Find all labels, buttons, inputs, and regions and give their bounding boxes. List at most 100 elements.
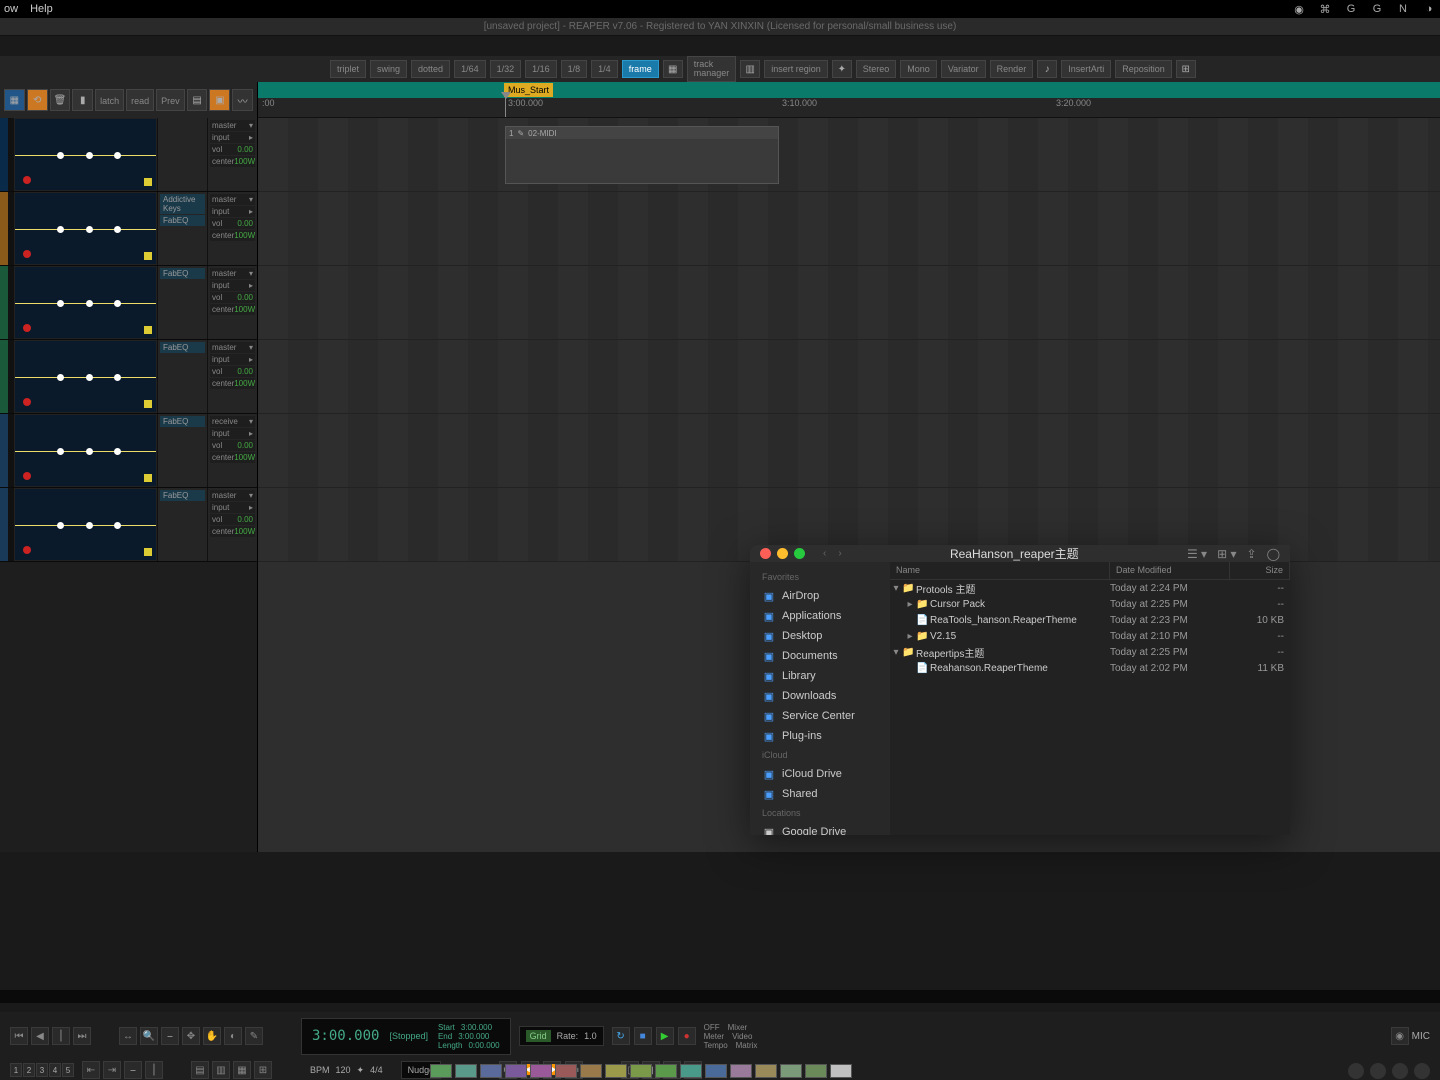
toolbar-icon[interactable]: ▦ — [663, 60, 683, 78]
sidebar-item[interactable]: ▣Documents — [750, 646, 890, 666]
view-matrix[interactable]: OFFMixer MeterVideo TempoMatrix — [704, 1023, 758, 1050]
file-row[interactable]: 📄Reahanson.ReaperThemeToday at 2:02 PM11… — [890, 660, 1290, 676]
layout-2-button[interactable]: 2 — [23, 1063, 35, 1077]
column-name[interactable]: Name — [890, 562, 1110, 579]
track-color-strip[interactable] — [0, 414, 8, 487]
grid-swing-button[interactable]: swing — [370, 60, 407, 78]
color-swatch[interactable] — [830, 1064, 852, 1078]
arrange-track-row[interactable] — [258, 192, 1440, 266]
column-size[interactable]: Size — [1230, 562, 1290, 579]
track-control-panel[interactable]: master▾ input▸ vol0.00 center100W — [207, 118, 257, 191]
track-envelope[interactable] — [14, 118, 157, 191]
color-swatch[interactable] — [705, 1064, 727, 1078]
color-swatch[interactable] — [505, 1064, 527, 1078]
sidebar-item[interactable]: ▣Library — [750, 666, 890, 686]
track-fx-panel[interactable]: Addictive KeysFabEQ — [157, 192, 207, 265]
fx-slot[interactable]: FabEQ — [160, 342, 205, 353]
tool-button[interactable]: ▦ — [233, 1061, 251, 1079]
color-swatch[interactable] — [455, 1064, 477, 1078]
finder-window[interactable]: ‹ › ReaHanson_reaper主题 ☰ ▾ ⊞ ▾ ⇪ ◯ Favor… — [750, 545, 1290, 835]
track-envelope[interactable] — [14, 414, 157, 487]
stop-button[interactable]: ■ — [634, 1027, 652, 1045]
layout-5-button[interactable]: 5 — [62, 1063, 74, 1077]
toolbar-icon[interactable]: ♪ — [1037, 60, 1057, 78]
horizontal-scrollbar[interactable] — [0, 1002, 1440, 1012]
grid-164-button[interactable]: 1/64 — [454, 60, 486, 78]
fx-slot[interactable]: FabEQ — [160, 268, 205, 279]
track-fx-panel[interactable]: FabEQ — [157, 414, 207, 487]
variator-button[interactable]: Variator — [941, 60, 986, 78]
time-signature[interactable]: 4/4 — [370, 1065, 383, 1075]
track-envelope[interactable] — [14, 266, 157, 339]
file-row[interactable]: ▾📁Protools 主题Today at 2:24 PM-- — [890, 580, 1290, 596]
toolbar-icon[interactable]: ⊞ — [1176, 60, 1196, 78]
close-button[interactable] — [760, 548, 771, 559]
color-swatch[interactable] — [430, 1064, 452, 1078]
sidebar-item[interactable]: ▣Applications — [750, 606, 890, 626]
track-color-strip[interactable] — [0, 340, 8, 413]
pencil-tool-button[interactable]: ✎ — [245, 1027, 263, 1045]
marker[interactable]: Mus_Start — [504, 83, 553, 97]
env-handle[interactable] — [144, 474, 152, 482]
color-swatch[interactable] — [730, 1064, 752, 1078]
color-swatch[interactable] — [680, 1064, 702, 1078]
track-color-strip[interactable] — [0, 192, 8, 265]
hand-tool-button[interactable]: ✋ — [203, 1027, 221, 1045]
playhead[interactable] — [505, 98, 506, 117]
tool-button[interactable]: ▣ — [209, 89, 230, 111]
status-icon[interactable]: ◉ — [1292, 2, 1306, 16]
automation-prev-button[interactable]: Prev — [156, 89, 185, 111]
insert-arti-button[interactable]: InsertArti — [1061, 60, 1111, 78]
env-handle[interactable] — [144, 548, 152, 556]
status-icon[interactable]: G — [1344, 2, 1358, 16]
tool-button[interactable]: ▤ — [187, 89, 208, 111]
sidebar-item[interactable]: ▣iCloud Drive — [750, 764, 890, 784]
color-swatch[interactable] — [755, 1064, 777, 1078]
reposition-button[interactable]: Reposition — [1115, 60, 1172, 78]
automation-read-button[interactable]: read — [126, 89, 154, 111]
tool-button[interactable]: ⇥ — [103, 1061, 121, 1079]
view-list-button[interactable]: ☰ ▾ — [1187, 547, 1207, 561]
bottom-icon[interactable] — [1392, 1063, 1408, 1079]
color-swatch[interactable] — [605, 1064, 627, 1078]
timeline-ruler[interactable]: :00 3:00.000 3:10.000 3:20.000 — [258, 98, 1440, 118]
tool-button[interactable]: ▤ — [191, 1061, 209, 1079]
bottom-icon[interactable] — [1370, 1063, 1386, 1079]
tool-button[interactable]: ◐ — [224, 1027, 242, 1045]
settings-icon[interactable] — [1414, 1063, 1430, 1079]
sidebar-item[interactable]: ▣Shared — [750, 784, 890, 804]
status-icon[interactable]: ◑ — [1422, 2, 1436, 16]
color-swatch[interactable] — [655, 1064, 677, 1078]
file-row[interactable]: ▾📁Reapertips主题Today at 2:25 PM-- — [890, 644, 1290, 660]
file-row[interactable]: 📄ReaTools_hanson.ReaperThemeToday at 2:2… — [890, 612, 1290, 628]
track-control-panel[interactable]: master▾ input▸ vol0.00 center100W — [207, 340, 257, 413]
back-button[interactable]: ‹ — [823, 548, 826, 559]
tool-button[interactable]: ▮ — [72, 89, 93, 111]
record-arm-icon[interactable] — [23, 546, 31, 554]
track-header[interactable]: master▾ input▸ vol0.00 center100W — [0, 118, 257, 192]
layout-1-button[interactable]: 1 — [10, 1063, 22, 1077]
view-grid-button[interactable]: ⊞ ▾ — [1217, 547, 1236, 561]
file-row[interactable]: ▸📁V2.15Today at 2:10 PM-- — [890, 628, 1290, 644]
track-envelope[interactable] — [14, 488, 157, 561]
share-button[interactable]: ⇪ — [1247, 547, 1257, 561]
record-arm-icon[interactable] — [23, 472, 31, 480]
track-control-panel[interactable]: master▾ input▸ vol0.00 center100W — [207, 192, 257, 265]
fx-slot[interactable]: FabEQ — [160, 215, 205, 226]
track-header[interactable]: Addictive KeysFabEQ master▾ input▸ vol0.… — [0, 192, 257, 266]
mic-toggle[interactable]: ◉ — [1391, 1027, 1409, 1045]
env-handle[interactable] — [144, 400, 152, 408]
track-fx-panel[interactable]: FabEQ — [157, 340, 207, 413]
color-swatch[interactable] — [580, 1064, 602, 1078]
record-arm-icon[interactable] — [23, 250, 31, 258]
minimize-button[interactable] — [777, 548, 788, 559]
marker-lane[interactable]: Mus_Start — [258, 82, 1440, 98]
sidebar-item[interactable]: ▣AirDrop — [750, 586, 890, 606]
tool-button[interactable]: 🗑 — [50, 89, 71, 111]
transport-end-button[interactable]: ⏭ — [73, 1027, 91, 1045]
grid-116-button[interactable]: 1/16 — [525, 60, 557, 78]
finder-titlebar[interactable]: ‹ › ReaHanson_reaper主题 ☰ ▾ ⊞ ▾ ⇪ ◯ — [750, 545, 1290, 562]
tool-button[interactable]: ⊞ — [254, 1061, 272, 1079]
color-swatch[interactable] — [480, 1064, 502, 1078]
color-swatch[interactable] — [630, 1064, 652, 1078]
